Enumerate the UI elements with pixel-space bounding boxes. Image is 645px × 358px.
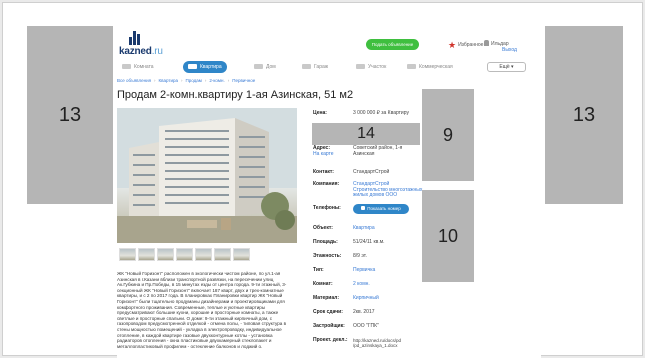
photo-thumbnail[interactable] (176, 248, 193, 261)
photo-thumbnail[interactable] (138, 248, 155, 261)
category-nav: Комната Квартира Дом Гараж Участок Комме… (117, 61, 541, 73)
room-icon (122, 64, 131, 69)
nav-item-land[interactable]: Участок (356, 61, 386, 73)
more-dropdown[interactable]: Ещё ▾ (487, 62, 526, 72)
garage-icon (302, 64, 311, 69)
page-title: Продам 2-комн.квартиру 1-ая Азинская, 51… (117, 89, 354, 101)
spec-label: Цена: (313, 110, 327, 116)
nav-item-label: Дом (266, 64, 276, 70)
ad-label: 13 (572, 103, 596, 126)
ad-label: 10 (437, 225, 459, 246)
ad-banner-left[interactable]: 13 (27, 26, 113, 204)
spec-label: Комнат: (313, 281, 333, 287)
spec-label: Телефоны: (313, 205, 341, 211)
nav-item-room[interactable]: Комната (122, 61, 154, 73)
spec-label: Контакт: (313, 169, 334, 175)
type-value[interactable]: Первичка (353, 267, 423, 274)
nav-item-label: Участок (368, 64, 387, 70)
details-table: Адрес: Советский район, 1-я Азинская На … (313, 145, 423, 346)
photo-thumbnail[interactable] (195, 248, 212, 261)
logo-name: kazned (119, 46, 152, 57)
nav-item-label: Комната (134, 64, 154, 70)
photo-thumbnail[interactable] (157, 248, 174, 261)
land-icon (356, 64, 365, 69)
favorites-label: Избранное (458, 42, 484, 48)
nav-item-apartment[interactable]: Квартира (183, 61, 227, 73)
logout-link[interactable]: Выход (484, 47, 517, 53)
spec-label: Объект: (313, 225, 333, 231)
map-link[interactable]: На карте (313, 151, 334, 158)
breadcrumb-separator: › (204, 78, 207, 83)
apartment-icon (188, 64, 197, 69)
photo-thumbnail[interactable] (119, 248, 136, 261)
ad-label: 9 (442, 124, 453, 145)
breadcrumb-separator: › (227, 78, 230, 83)
user-icon (484, 40, 489, 46)
photo-thumbnails (119, 248, 294, 262)
show-phone-button[interactable]: Показать номер (353, 204, 409, 214)
logo-tld: .ru (151, 46, 163, 57)
spec-label: Тип: (313, 267, 324, 273)
nav-item-garage[interactable]: Гараж (302, 61, 328, 73)
ad-banner-side-top[interactable]: 9 (422, 89, 474, 181)
nav-item-label: Квартира (200, 64, 222, 70)
post-ad-button[interactable]: Подать объявление (366, 39, 419, 50)
price-note: за Квартиру (381, 110, 409, 116)
ad-banner-right[interactable]: 13 (545, 26, 623, 204)
phone-icon (361, 206, 366, 210)
user-menu[interactable]: Ильдар Выход (484, 40, 517, 53)
deadline-value: 2кв. 2017 (353, 309, 375, 315)
nav-item-commercial[interactable]: Коммерческая (407, 61, 453, 73)
builder-value: ООО "ГПК" (353, 323, 379, 329)
site-header: kazned.ru Подать объявление ★ Избранное И… (117, 28, 541, 58)
spec-label: Срок сдачи: (313, 309, 343, 315)
project-link[interactable]: http://kazned.ru/docs/pd /pd_azinskaya_1… (353, 338, 423, 348)
listing-description: ЖК "Новый Горизонт" расположен в экологи… (117, 271, 287, 349)
site-logo[interactable]: kazned.ru (119, 31, 163, 57)
breadcrumb-item[interactable]: 2-комн. (209, 78, 224, 83)
star-icon: ★ (448, 40, 457, 50)
chevron-down-icon: ▾ (511, 64, 514, 70)
spec-label: Проект. декл.: (313, 337, 348, 343)
spec-label: Этажность: (313, 253, 342, 259)
breadcrumb-item[interactable]: Все объявления (117, 78, 151, 83)
nav-item-label: Гараж (314, 64, 329, 70)
object-value[interactable]: Квартира (353, 225, 423, 232)
nav-item-house[interactable]: Дом (254, 61, 276, 73)
price-value: 3 000 000 ₽ (353, 110, 380, 116)
spec-label: Застройщик: (313, 323, 345, 329)
breadcrumb: Все объявления › Квартира › Продам › 2-комн. › П… (117, 78, 255, 83)
ad-label: 14 (357, 125, 375, 142)
show-phone-label: Показать номер (367, 206, 401, 211)
ad-price-block[interactable]: 14 (312, 123, 420, 145)
spec-label: Площадь: (313, 239, 338, 245)
floor-value: 8/9 эт. (353, 253, 367, 259)
photo-thumbnail[interactable] (233, 248, 250, 261)
breadcrumb-item[interactable]: Первичное (232, 78, 255, 83)
house-icon (254, 64, 263, 69)
ad-label: 13 (58, 103, 82, 126)
listing-photo[interactable] (117, 108, 297, 243)
more-label: Ещё (499, 64, 510, 70)
material-value[interactable]: Кирпичный (353, 295, 423, 302)
company-link[interactable]: СтандартСтрой Строительство многоэтажных… (353, 181, 423, 199)
breadcrumb-separator: › (181, 78, 183, 83)
breadcrumb-item[interactable]: Квартира (159, 78, 178, 83)
building-photo-image (117, 108, 297, 243)
photo-thumbnail[interactable] (214, 248, 231, 261)
breadcrumb-item[interactable]: Продам (186, 78, 202, 83)
project-declaration: Проект. декл.: http://kazned.ru/docs/pd … (313, 337, 423, 352)
rooms-value[interactable]: 2 комн. (353, 281, 423, 288)
breadcrumb-separator: › (154, 78, 156, 83)
address-value: Советский район, 1-я Азинская (353, 145, 403, 157)
favorites-link[interactable]: ★ Избранное (448, 40, 483, 51)
nav-item-label: Коммерческая (419, 64, 453, 70)
contact-value: СтандартСтрой (353, 169, 390, 175)
building-logo-icon (129, 31, 143, 45)
commercial-icon (407, 64, 416, 69)
spec-label: Компания: (313, 181, 340, 187)
ad-banner-side-bottom[interactable]: 10 (422, 190, 474, 282)
spec-label: Материал: (313, 295, 339, 301)
area-value: 51/24/11 кв.м. (353, 239, 385, 245)
